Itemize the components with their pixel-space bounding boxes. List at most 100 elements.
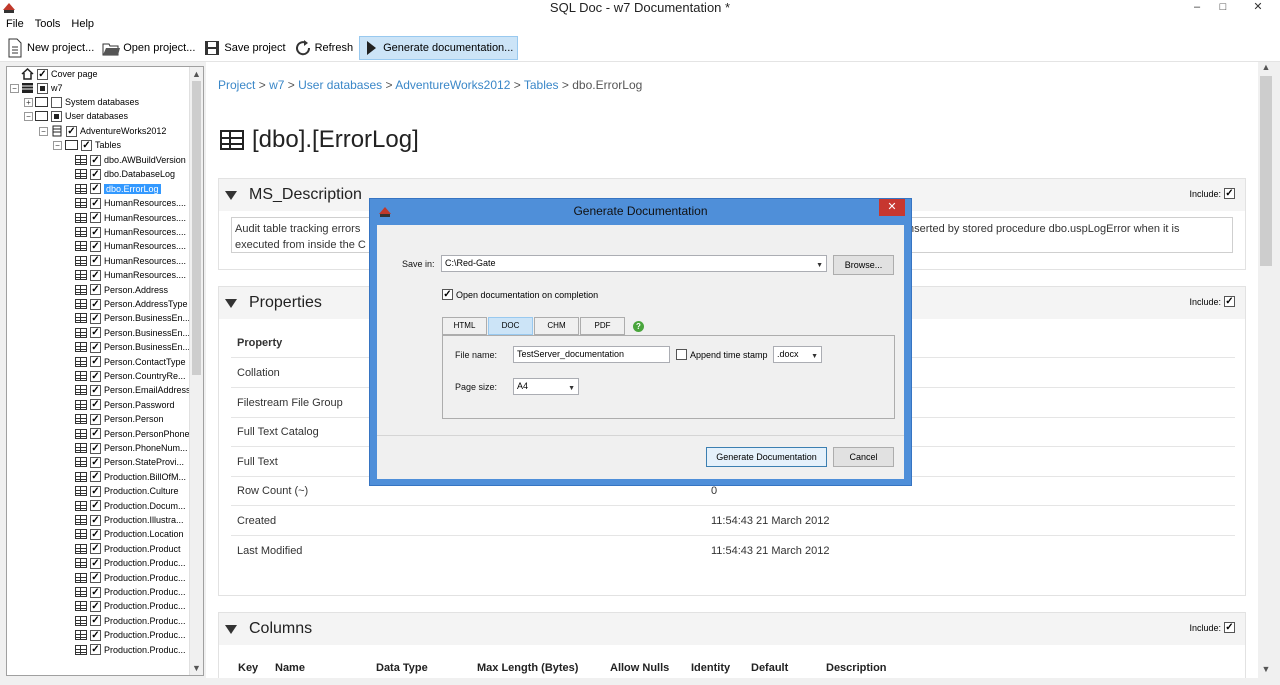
generate-documentation-confirm-button[interactable]: Generate Documentation xyxy=(706,447,827,467)
tree-item-table[interactable]: dbo.AWBuildVersion xyxy=(75,153,186,167)
tree-item-table[interactable]: Person.StateProvi... xyxy=(75,455,184,469)
scroll-up-icon[interactable]: ▲ xyxy=(190,67,203,81)
tree-item-table[interactable]: Person.Person xyxy=(75,412,164,426)
checkbox[interactable] xyxy=(90,456,101,468)
tree-item-tables-folder[interactable]: Tables xyxy=(65,138,121,152)
checkbox[interactable] xyxy=(90,154,101,166)
tree-item-table[interactable]: Production.Culture xyxy=(75,484,179,498)
tree-item-table[interactable]: Person.Password xyxy=(75,398,175,412)
collapse-triangle-icon[interactable] xyxy=(225,190,237,200)
checkbox[interactable] xyxy=(90,543,101,555)
checkbox[interactable] xyxy=(90,226,101,238)
close-window-button[interactable]: ✕ xyxy=(1236,0,1280,16)
dialog-close-button[interactable]: ✕ xyxy=(879,199,905,216)
include-checkbox[interactable] xyxy=(1224,188,1235,199)
generate-documentation-button[interactable]: Generate documentation... xyxy=(359,35,519,60)
checkbox[interactable] xyxy=(90,644,101,656)
browse-button[interactable]: Browse... xyxy=(833,255,894,275)
checkbox[interactable] xyxy=(90,212,101,224)
include-toggle[interactable]: Include: xyxy=(1189,188,1235,199)
checkbox[interactable] xyxy=(90,183,101,195)
tab-chm[interactable]: CHM xyxy=(534,317,579,335)
checkbox[interactable] xyxy=(90,557,101,569)
breadcrumb-project[interactable]: Project xyxy=(218,78,255,92)
tree-item-table[interactable]: HumanResources.... xyxy=(75,268,186,282)
open-on-completion-checkbox[interactable] xyxy=(442,289,453,300)
collapse-triangle-icon[interactable] xyxy=(225,298,237,308)
checkbox[interactable] xyxy=(90,269,101,281)
checkbox[interactable] xyxy=(90,298,101,310)
tree-item-table[interactable]: dbo.ErrorLog xyxy=(75,182,161,196)
tree-item-system-databases[interactable]: System databases xyxy=(35,95,139,109)
checkbox[interactable] xyxy=(66,125,77,137)
refresh-button[interactable]: Refresh xyxy=(292,36,358,60)
breadcrumb-database[interactable]: AdventureWorks2012 xyxy=(395,78,510,92)
collapse-toggle[interactable]: − xyxy=(24,112,33,121)
checkbox[interactable] xyxy=(90,428,101,440)
tree-item-table[interactable]: Production.Produc... xyxy=(75,585,186,599)
checkbox[interactable] xyxy=(90,500,101,512)
menu-file[interactable]: File xyxy=(0,16,29,34)
section-header[interactable]: Columns Include: xyxy=(219,613,1245,645)
tree-item-table[interactable]: dbo.DatabaseLog xyxy=(75,167,175,181)
include-toggle[interactable]: Include: xyxy=(1189,296,1235,307)
open-project-button[interactable]: Open project... xyxy=(100,36,199,60)
scroll-thumb[interactable] xyxy=(1260,76,1272,266)
tree-item-table[interactable]: Person.EmailAddress xyxy=(75,383,191,397)
breadcrumb-tables[interactable]: Tables xyxy=(524,78,559,92)
tree-item-database[interactable]: AdventureWorks2012 xyxy=(51,124,166,138)
tab-doc[interactable]: DOC xyxy=(488,317,533,335)
object-tree[interactable]: Cover page − w7 + System databases − Use… xyxy=(6,66,204,676)
checkbox[interactable] xyxy=(90,255,101,267)
tree-item-table[interactable]: Production.Produc... xyxy=(75,599,186,613)
tree-item-table[interactable]: Person.Address xyxy=(75,283,168,297)
tree-item-table[interactable]: Production.Produc... xyxy=(75,628,186,642)
checkbox[interactable] xyxy=(90,586,101,598)
tab-pdf[interactable]: PDF xyxy=(580,317,625,335)
checkbox[interactable] xyxy=(90,384,101,396)
maximize-button[interactable]: □ xyxy=(1210,0,1236,16)
save-project-button[interactable]: Save project xyxy=(201,36,289,60)
expand-toggle[interactable]: + xyxy=(24,98,33,107)
checkbox[interactable] xyxy=(90,629,101,641)
minimize-button[interactable]: – xyxy=(1184,0,1210,16)
checkbox[interactable] xyxy=(90,528,101,540)
checkbox[interactable] xyxy=(90,615,101,627)
menu-help[interactable]: Help xyxy=(65,16,99,34)
checkbox[interactable] xyxy=(90,197,101,209)
tree-item-table[interactable]: HumanResources.... xyxy=(75,225,186,239)
checkbox[interactable] xyxy=(90,341,101,353)
tree-item-table[interactable]: Production.Produc... xyxy=(75,614,186,628)
tab-html[interactable]: HTML xyxy=(442,317,487,335)
menu-tools[interactable]: Tools xyxy=(29,16,66,34)
collapse-toggle[interactable]: − xyxy=(39,127,48,136)
include-checkbox[interactable] xyxy=(1224,622,1235,633)
checkbox[interactable] xyxy=(90,168,101,180)
checkbox[interactable] xyxy=(90,600,101,612)
tree-item-user-databases[interactable]: User databases xyxy=(35,109,128,123)
checkbox[interactable] xyxy=(90,399,101,411)
checkbox[interactable] xyxy=(51,110,62,122)
extension-select[interactable]: .docx ▼ xyxy=(773,346,822,363)
checkbox[interactable] xyxy=(51,96,62,108)
content-scrollbar[interactable]: ▲ ▼ xyxy=(1258,62,1274,678)
tree-item-table[interactable]: Production.Product xyxy=(75,542,181,556)
tree-scrollbar[interactable]: ▲ ▼ xyxy=(189,67,203,675)
collapse-triangle-icon[interactable] xyxy=(225,624,237,634)
checkbox[interactable] xyxy=(37,82,48,94)
file-name-input[interactable]: TestServer_documentation xyxy=(513,346,670,363)
new-project-button[interactable]: New project... xyxy=(4,36,98,60)
help-icon[interactable]: ? xyxy=(633,321,644,332)
checkbox[interactable] xyxy=(90,485,101,497)
append-timestamp-checkbox[interactable] xyxy=(676,349,687,360)
tree-item-table[interactable]: Person.PersonPhone xyxy=(75,427,190,441)
checkbox[interactable] xyxy=(37,68,48,80)
checkbox[interactable] xyxy=(90,312,101,324)
tree-item-cover-page[interactable]: Cover page xyxy=(21,67,98,81)
open-on-completion-option[interactable]: Open documentation on completion xyxy=(442,289,598,300)
tree-item-table[interactable]: Person.BusinessEn... xyxy=(75,326,190,340)
checkbox[interactable] xyxy=(90,327,101,339)
page-size-select[interactable]: A4 ▼ xyxy=(513,378,579,395)
tree-item-table[interactable]: HumanResources.... xyxy=(75,254,186,268)
tree-item-table[interactable]: Person.BusinessEn... xyxy=(75,311,190,325)
